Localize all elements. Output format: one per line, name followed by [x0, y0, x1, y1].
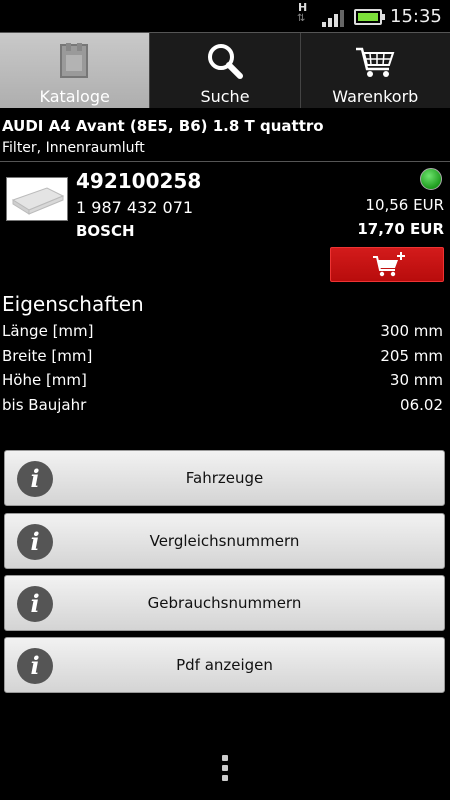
properties-title: Eigenschaften: [2, 292, 144, 316]
availability-indicator: [420, 168, 442, 190]
property-value: 06.02: [400, 395, 443, 414]
product-brand: BOSCH: [76, 222, 135, 240]
cart-icon: [353, 41, 397, 81]
product-number: 492100258: [76, 169, 202, 193]
battery-icon: [354, 9, 385, 25]
property-row: Länge [mm] 300 mm: [0, 320, 450, 345]
price-secondary: 17,70 EUR: [357, 220, 444, 238]
tab-bar: Kataloge Suche Warenkorb: [0, 32, 450, 108]
button-label: Vergleichsnummern: [149, 532, 300, 550]
property-row: Höhe [mm] 30 mm: [0, 369, 450, 394]
vehicle-title: AUDI A4 Avant (8E5, B6) 1.8 T quattro: [2, 117, 324, 135]
property-key: Länge [mm]: [2, 322, 94, 340]
add-to-cart-button[interactable]: [330, 247, 444, 282]
tab-kataloge[interactable]: Kataloge: [0, 33, 151, 108]
button-label: Pdf anzeigen: [176, 656, 273, 674]
add-to-cart-icon: [373, 252, 405, 277]
property-key: bis Baujahr: [2, 395, 87, 414]
product-code: 1 987 432 071: [76, 198, 194, 217]
property-row: Breite [mm] 205 mm: [0, 345, 450, 370]
tab-label: Suche: [200, 87, 250, 106]
price-primary: 10,56 EUR: [365, 196, 444, 214]
button-label: Gebrauchsnummern: [147, 594, 302, 612]
tab-label: Warenkorb: [332, 87, 419, 106]
catalog-icon: [53, 41, 97, 81]
product-thumbnail[interactable]: [6, 177, 68, 221]
vergleichsnummern-button[interactable]: i Vergleichsnummern: [4, 513, 445, 569]
gebrauchsnummern-button[interactable]: i Gebrauchsnummern: [4, 575, 445, 631]
tab-warenkorb[interactable]: Warenkorb: [301, 33, 450, 108]
pdf-anzeigen-button[interactable]: i Pdf anzeigen: [4, 637, 445, 693]
properties-list: Länge [mm] 300 mm Breite [mm] 205 mm Höh…: [0, 320, 450, 418]
overflow-menu-icon[interactable]: [220, 755, 230, 785]
property-value: 205 mm: [380, 346, 443, 365]
property-value: 30 mm: [389, 371, 443, 389]
category-title: Filter, Innenraumluft: [2, 140, 145, 156]
vehicle-header: AUDI A4 Avant (8E5, B6) 1.8 T quattro Fi…: [0, 110, 450, 162]
tab-label: Kataloge: [39, 87, 110, 106]
fahrzeuge-button[interactable]: i Fahrzeuge: [4, 450, 445, 506]
property-key: Breite [mm]: [2, 346, 93, 365]
status-bar: H ⇅ 15:35: [0, 0, 450, 32]
product-card[interactable]: 492100258 1 987 432 071 BOSCH 10,56 EUR …: [0, 163, 450, 288]
data-activity-icon: ⇅: [297, 13, 305, 24]
tab-suche[interactable]: Suche: [150, 33, 301, 108]
property-row: bis Baujahr 06.02: [0, 394, 450, 419]
clock: 15:35: [390, 6, 442, 27]
property-key: Höhe [mm]: [2, 371, 87, 389]
button-label: Fahrzeuge: [185, 469, 264, 487]
search-icon: [203, 41, 247, 81]
signal-icon: [322, 8, 348, 27]
property-value: 300 mm: [380, 322, 443, 340]
